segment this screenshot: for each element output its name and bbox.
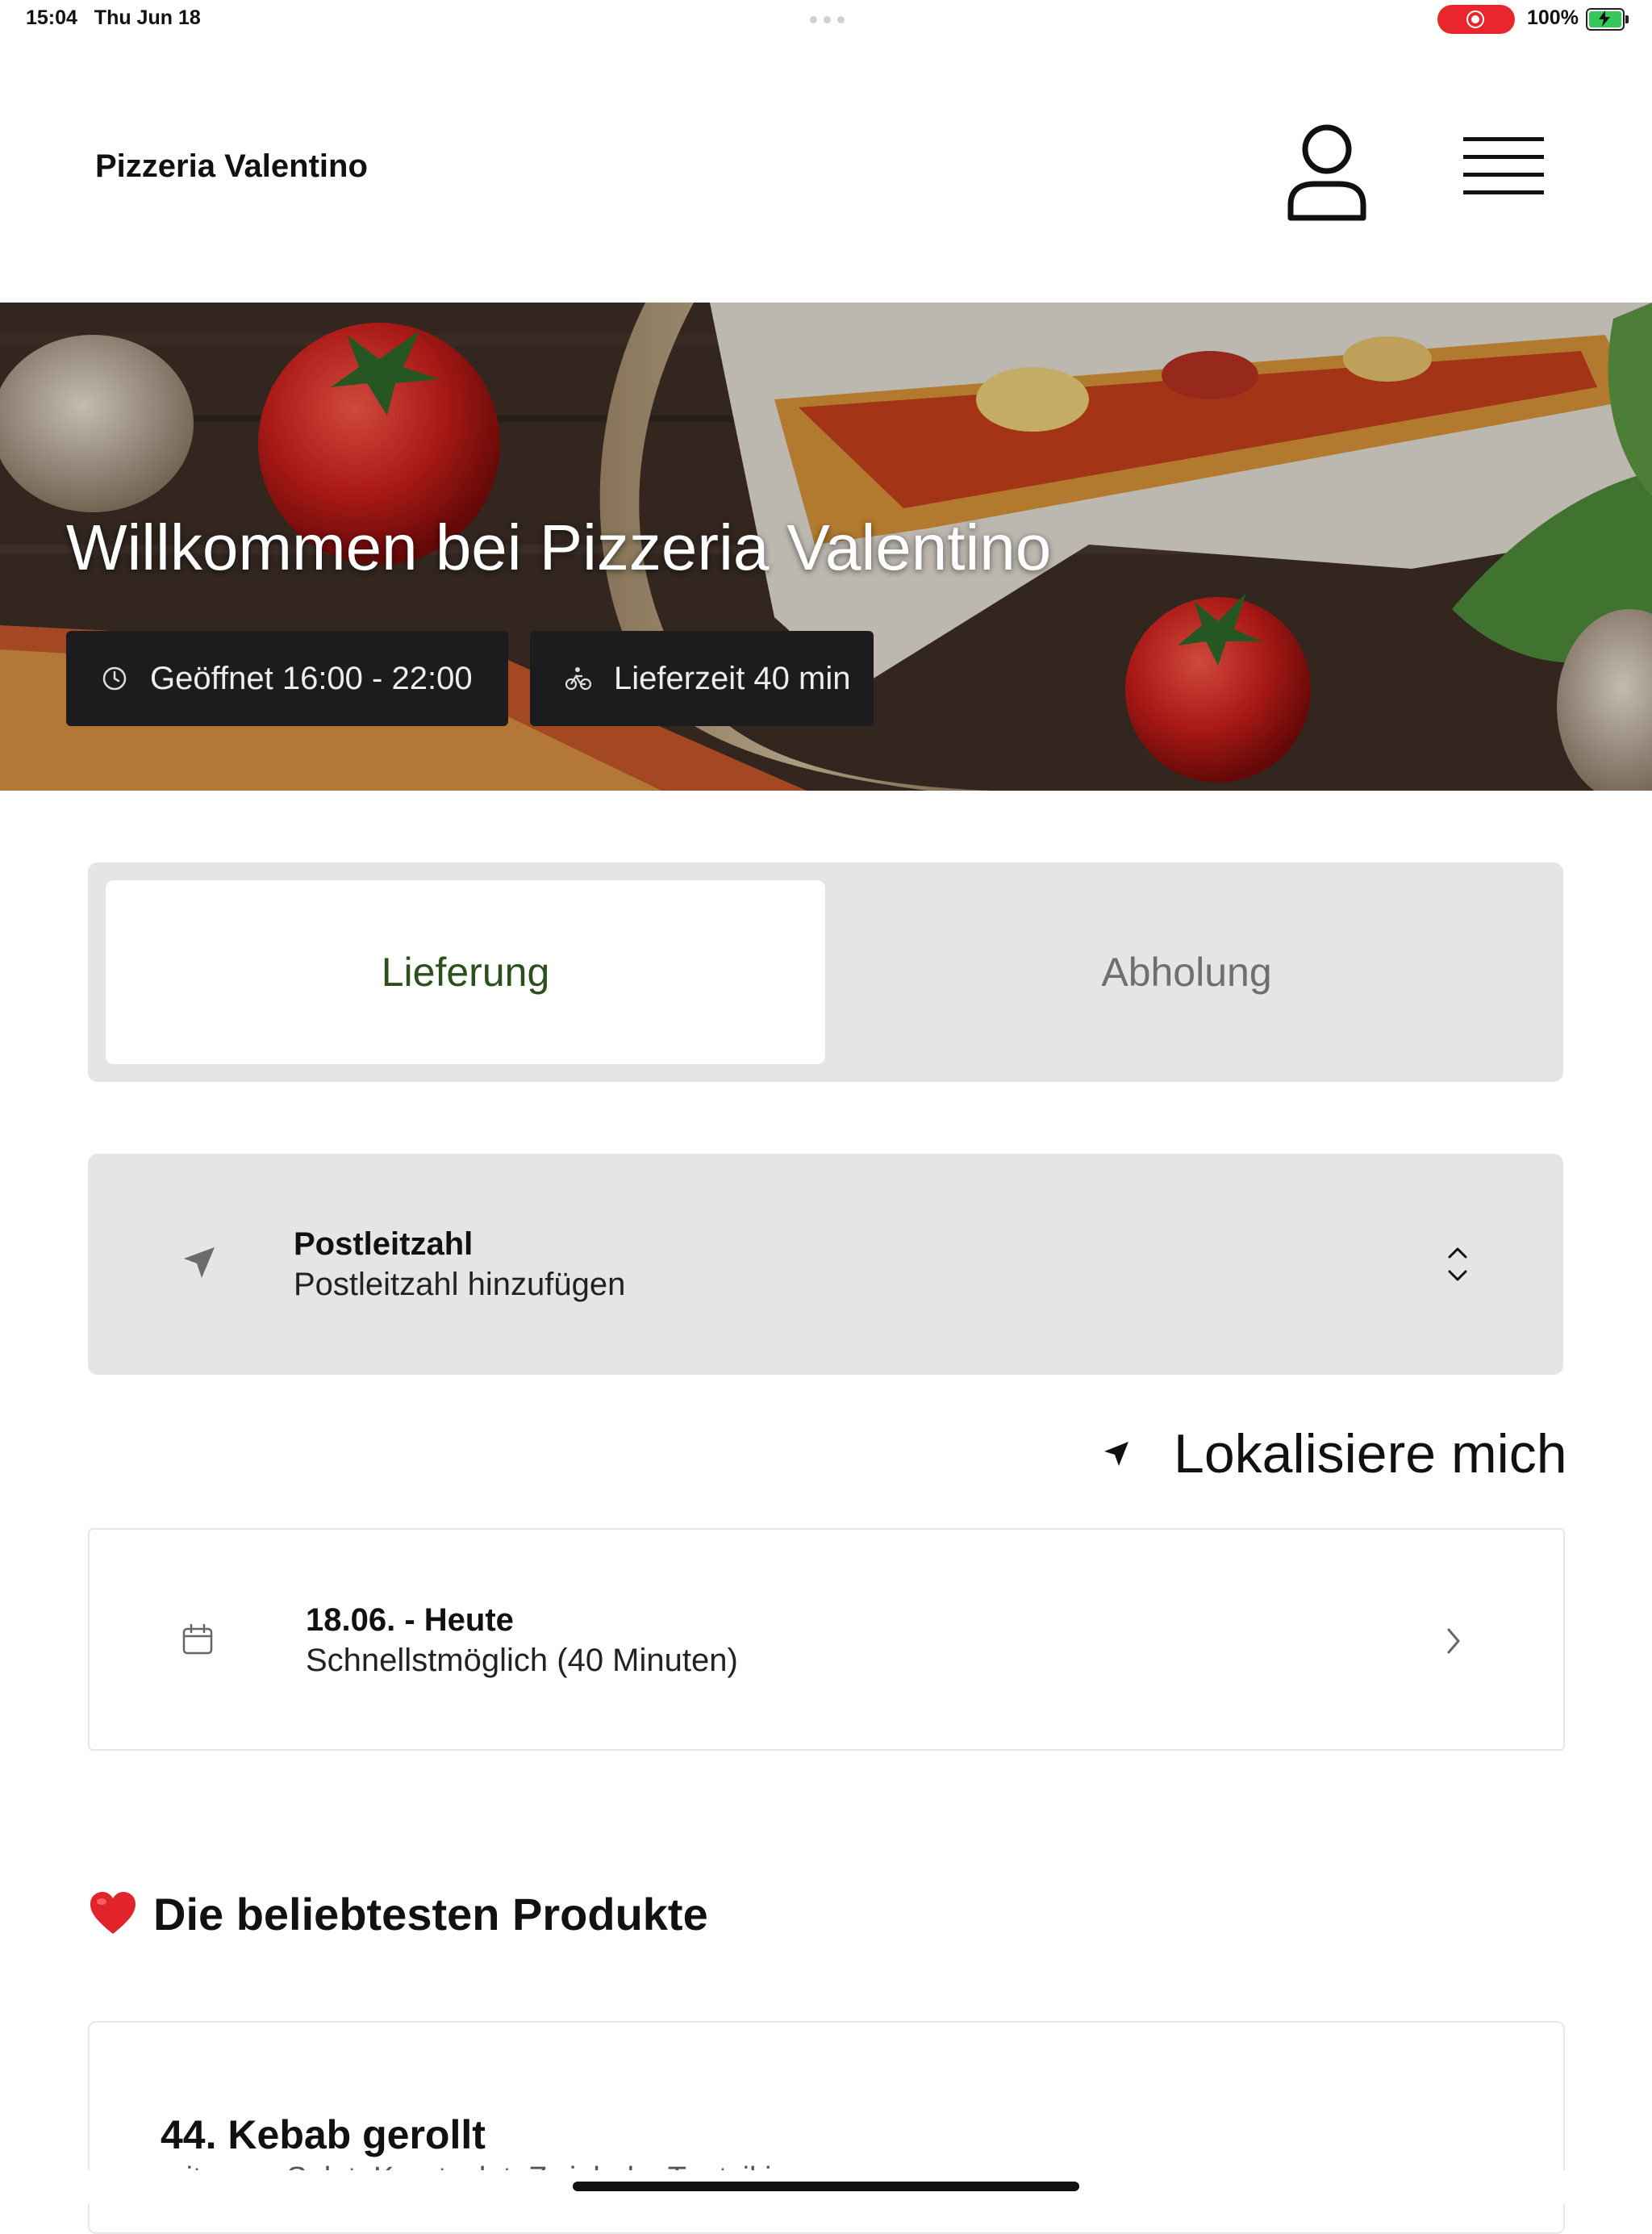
hamburger-menu-icon xyxy=(1463,137,1544,194)
chevron-up-down-icon xyxy=(1448,1247,1467,1281)
tab-pickup[interactable]: Abholung xyxy=(827,880,1546,1064)
hero-banner: Willkommen bei Pizzeria Valentino Geöffn… xyxy=(0,303,1652,791)
opening-hours-label: Geöffnet 16:00 - 22:00 xyxy=(150,660,473,696)
location-arrow-icon xyxy=(1104,1442,1128,1466)
popular-products-heading: Die beliebtesten Produkte xyxy=(89,1888,708,1940)
order-mode-toggle: Lieferung Abholung xyxy=(88,862,1563,1082)
postal-code-selector[interactable]: Postleitzahl Postleitzahl hinzufügen xyxy=(88,1154,1563,1375)
delivery-time-selector[interactable]: 18.06. - Heute Schnellstmöglich (40 Minu… xyxy=(88,1528,1565,1751)
popular-products-title: Die beliebtesten Produkte xyxy=(153,1889,708,1940)
delivery-date: 18.06. - Heute xyxy=(306,1602,514,1638)
restaurant-name[interactable]: Pizzeria Valentino xyxy=(95,148,368,185)
home-indicator[interactable] xyxy=(573,2182,1079,2191)
product-name: 44. Kebab gerollt xyxy=(161,2112,486,2157)
status-time-date: 15:04 Thu Jun 18 xyxy=(26,6,201,29)
delivery-time-badge: Lieferzeit 40 min xyxy=(530,631,874,726)
battery-percentage: 100% xyxy=(1527,6,1579,29)
calendar-icon xyxy=(182,1623,213,1655)
postal-code-label: Postleitzahl xyxy=(294,1226,473,1262)
hero-title: Willkommen bei Pizzeria Valentino xyxy=(66,512,1052,583)
screen-recording-indicator[interactable] xyxy=(1437,5,1515,34)
status-bar: 15:04 Thu Jun 18 100% xyxy=(0,0,1652,39)
person-icon xyxy=(1287,124,1366,221)
delivery-time-label: Lieferzeit 40 min xyxy=(614,660,851,696)
opening-hours-badge: Geöffnet 16:00 - 22:00 xyxy=(66,631,508,726)
locate-me-label: Lokalisiere mich xyxy=(1174,1423,1567,1484)
profile-button[interactable] xyxy=(1283,121,1371,222)
locate-me-button[interactable]: Lokalisiere mich xyxy=(1101,1422,1567,1486)
bicycle-icon xyxy=(565,667,592,691)
menu-button[interactable] xyxy=(1452,129,1557,210)
postal-code-placeholder: Postleitzahl hinzufügen xyxy=(294,1267,626,1302)
tab-delivery[interactable]: Lieferung xyxy=(106,880,825,1064)
location-arrow-icon xyxy=(184,1247,215,1278)
multitasking-dots[interactable] xyxy=(810,16,845,23)
chevron-right-icon xyxy=(1447,1628,1460,1654)
delivery-time-option: Schnellstmöglich (40 Minuten) xyxy=(306,1643,738,1678)
battery-icon xyxy=(1586,8,1629,31)
clock-icon xyxy=(102,666,127,691)
heart-icon xyxy=(90,1891,136,1934)
